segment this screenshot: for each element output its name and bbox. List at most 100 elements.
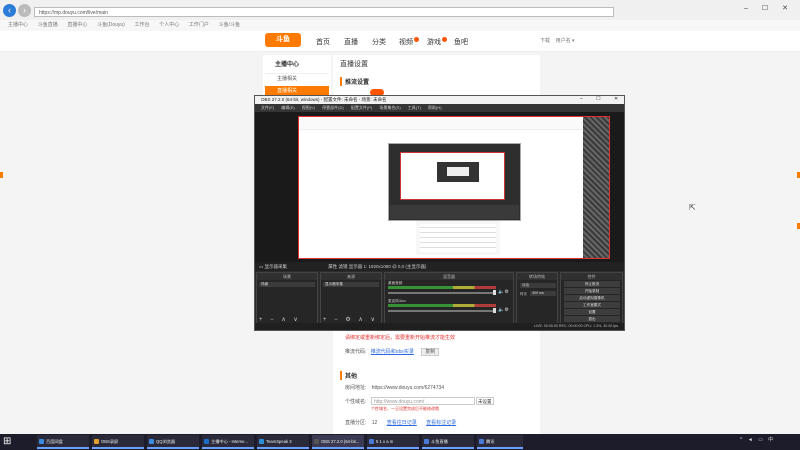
- custom-domain-input[interactable]: http://www.douyu.com/: [371, 397, 475, 405]
- push-code-link[interactable]: 推流代码和obs实录: [371, 349, 414, 355]
- app-icon: [259, 439, 264, 444]
- zone-row: 直播分区: 12 查看往日记录 查看标注记录: [345, 419, 456, 426]
- rebind-warning: 请绑定或重新绑定后，需要重新开始推流才能生效: [345, 335, 456, 341]
- nav-category[interactable]: 分类: [372, 37, 386, 47]
- menu-view[interactable]: 视图(V): [302, 105, 315, 110]
- section-title-other: 其他: [340, 371, 357, 380]
- sources-toolbar[interactable]: + − ⚙ ∧ ∨: [323, 316, 378, 323]
- header-user-area[interactable]: 下载 用户名 ▾: [540, 37, 575, 44]
- taskbar-item[interactable]: TeamSpeak 3: [257, 435, 309, 449]
- menu-scene-collection[interactable]: 场景集合(S): [379, 105, 400, 110]
- forward-button[interactable]: ›: [18, 4, 31, 17]
- scenes-dock: 场景 场景 + − ∧ ∨: [256, 272, 318, 327]
- menu-tools[interactable]: 工具(T): [408, 105, 421, 110]
- favorite-link[interactable]: 主播中心: [8, 20, 28, 31]
- address-bar[interactable]: https://mp.douyu.com/live/main: [34, 7, 614, 17]
- app-icon: [149, 439, 154, 444]
- nav-game-label: 游戏: [427, 39, 441, 46]
- menu-profile[interactable]: 配置文件(P): [351, 105, 372, 110]
- start-recording-button[interactable]: 开始录制: [564, 288, 620, 294]
- taskbar-label: OBS录屏: [101, 439, 119, 444]
- duration-input[interactable]: 300 ms: [530, 291, 556, 296]
- scene-item[interactable]: 场景: [259, 282, 315, 287]
- favorite-link[interactable]: 斗鱼/斗鱼: [219, 20, 240, 31]
- site-logo[interactable]: 斗鱼: [265, 33, 301, 47]
- stop-streaming-button[interactable]: 停止推流: [564, 281, 620, 287]
- nav-live[interactable]: 直播: [344, 37, 358, 47]
- favorite-link[interactable]: 工作门户: [189, 20, 209, 31]
- obs-window-controls[interactable]: – ☐ ✕: [580, 96, 624, 102]
- app-icon: [369, 439, 374, 444]
- menu-file[interactable]: 文件(F): [261, 105, 274, 110]
- taskbar-item[interactable]: 百度网盘: [37, 435, 89, 449]
- menu-docks[interactable]: 停靠部件(D): [322, 105, 344, 110]
- taskbar-item[interactable]: 斗鱼直播: [422, 435, 474, 449]
- taskbar-label: 斗鱼直播: [431, 439, 448, 444]
- favorite-link[interactable]: 个人中心: [159, 20, 179, 31]
- volume-slider-desktop[interactable]: [388, 292, 496, 294]
- favorite-link[interactable]: 斗鱼直播: [38, 20, 58, 31]
- active-source-label: 显示器采集: [264, 264, 288, 269]
- zone-label: 直播分区:: [345, 420, 367, 426]
- custom-domain-hint: 个性域名，一旦设置完成后不能修改哦: [371, 406, 439, 411]
- favorite-link[interactable]: 工作台: [135, 20, 150, 31]
- exit-button[interactable]: 退出: [564, 316, 620, 322]
- download-link[interactable]: 下载: [540, 38, 550, 44]
- custom-domain-select[interactable]: 未设置: [476, 397, 494, 405]
- nav-game[interactable]: 游戏: [427, 37, 447, 47]
- sidebar-item-anchor[interactable]: 主播相关: [265, 73, 329, 83]
- nav-fishbar[interactable]: 鱼吧: [454, 37, 468, 47]
- volume-knob[interactable]: [493, 308, 496, 313]
- preview-text-lines: [420, 224, 496, 252]
- taskbar-item[interactable]: 主播中心 - Interne...: [202, 435, 254, 449]
- sources-header: 来源: [321, 273, 381, 280]
- menu-edit[interactable]: 编辑(E): [281, 105, 294, 110]
- scenes-header: 场景: [257, 273, 317, 280]
- menu-help[interactable]: 帮助(H): [428, 105, 442, 110]
- speaker-icon[interactable]: 🔈⚙: [498, 289, 509, 295]
- user-name[interactable]: 用户名: [556, 38, 571, 44]
- volume-slider-mic[interactable]: [388, 310, 496, 312]
- sidebar-title: 主播中心: [275, 62, 300, 68]
- new-badge-icon: [414, 37, 419, 42]
- obs-title-bar: OBS 27.2.0 (64-bit, windows) - 配置文件: 未命名…: [255, 96, 624, 104]
- obs-menu-bar: 文件(F) 编辑(E) 视图(V) 停靠部件(D) 配置文件(P) 场景集合(S…: [255, 104, 624, 112]
- obs-source-toolbar: ▭ 显示器采集 属性 滤镜 显示器 1: 1920x1080 @ 0,0 (主显…: [255, 262, 624, 271]
- browser-window-controls[interactable]: – ☐ ✕: [744, 4, 794, 12]
- nested-mixer: [390, 205, 519, 219]
- source-toolbar-props[interactable]: 属性 滤镜 显示器 1: 1920x1080 @ 0,0 (主显示器): [328, 264, 426, 269]
- favorite-link[interactable]: 直播中心: [67, 20, 87, 31]
- source-item[interactable]: 显示器采集: [323, 282, 379, 287]
- transition-select[interactable]: 淡出: [520, 283, 556, 288]
- taskbar-item[interactable]: QQ浏览器: [147, 435, 199, 449]
- copy-button[interactable]: 复制: [421, 348, 440, 356]
- settings-button[interactable]: 设置: [564, 309, 620, 315]
- system-tray[interactable]: ^ ◄ ▭ 中: [740, 436, 775, 443]
- taskbar-item-active[interactable]: OBS 27.2.0 (64-bit...: [312, 435, 364, 449]
- side-float-left[interactable]: [0, 172, 3, 178]
- virtual-camera-button[interactable]: 启动虚拟摄像机: [564, 295, 620, 301]
- scenes-toolbar[interactable]: + − ∧ ∨: [259, 316, 301, 323]
- room-url-value[interactable]: https://www.douyu.com/6274734: [372, 385, 444, 391]
- nav-home[interactable]: 首页: [316, 37, 330, 47]
- mark-link[interactable]: 查看标注记录: [426, 420, 456, 426]
- taskbar-label: QQ浏览器: [156, 439, 176, 444]
- obs-status-bar: LIVE: 00:00:00 REC: 00:00:00 CPU: 1.3%, …: [255, 323, 624, 330]
- taskbar-label: 主播中心 - Interne...: [211, 439, 248, 444]
- app-icon: [479, 439, 484, 444]
- preview-site-header: [299, 117, 583, 130]
- speaker-icon[interactable]: 🔈⚙: [498, 307, 509, 313]
- taskbar-item[interactable]: 腾讯: [477, 435, 523, 449]
- controls-dock: 控件 停止推流 开始录制 启动虚拟摄像机 工作室模式 设置 退出: [560, 272, 623, 327]
- start-button[interactable]: ⊞: [3, 436, 11, 447]
- history-link[interactable]: 查看往日记录: [387, 420, 417, 426]
- back-button[interactable]: ‹: [3, 4, 16, 17]
- volume-knob[interactable]: [493, 290, 496, 295]
- studio-mode-button[interactable]: 工作室模式: [564, 302, 620, 308]
- nav-video[interactable]: 视频: [399, 37, 419, 47]
- monitor-icon: ▭: [259, 264, 264, 269]
- taskbar-item[interactable]: 5 1 x a m: [367, 435, 419, 449]
- taskbar-item[interactable]: OBS录屏: [92, 435, 144, 449]
- favorite-link[interactable]: 斗鱼(Douyu): [97, 20, 125, 31]
- taskbar-label: 腾讯: [486, 439, 495, 444]
